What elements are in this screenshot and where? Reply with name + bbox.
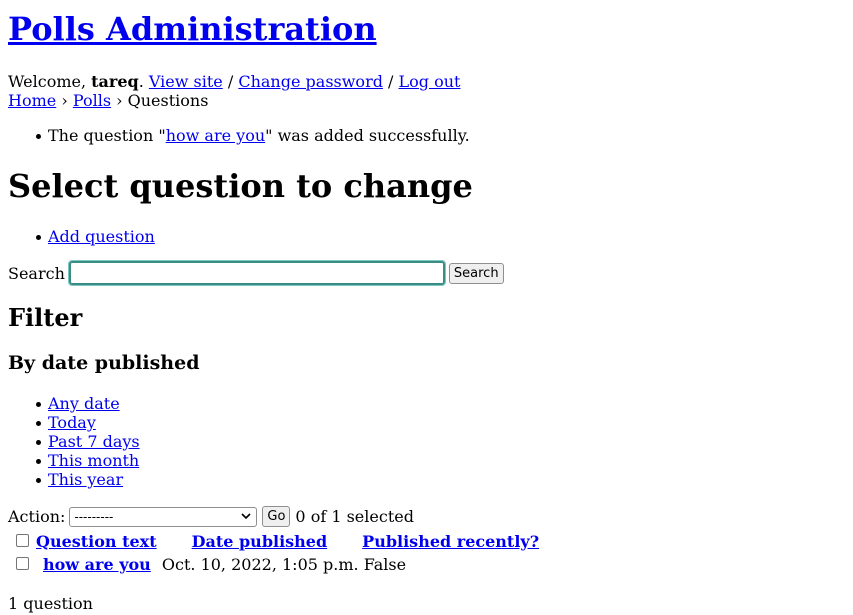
breadcrumb: Home › Polls › Questions <box>8 91 208 110</box>
action-select-value: --------- <box>74 509 114 524</box>
breadcrumb-home-link[interactable]: Home <box>8 91 56 110</box>
message-suffix: " was added successfully. <box>265 126 470 145</box>
filter-title: Filter <box>8 303 83 332</box>
object-tools: Add question <box>8 227 155 246</box>
breadcrumb-polls-link[interactable]: Polls <box>73 91 111 110</box>
username: tareq <box>91 72 139 91</box>
result-table: Question text Date published Published r… <box>8 531 539 578</box>
breadcrumb-separator: › <box>116 91 123 110</box>
filter-this-year-link[interactable]: This year <box>48 470 123 489</box>
table-row: how are you Oct. 10, 2022, 1:05 p.m. Fal… <box>8 551 539 578</box>
filter-past-7-days-link[interactable]: Past 7 days <box>48 432 140 451</box>
header-question-text: Question text <box>36 531 192 551</box>
published-recently-cell: False <box>363 555 407 574</box>
filter-option: Any date <box>8 394 140 413</box>
welcome-text: Welcome, <box>8 72 92 91</box>
filter-today-link[interactable]: Today <box>48 413 96 432</box>
sort-published-recently-link[interactable]: Published recently? <box>362 532 539 551</box>
separator: / <box>388 72 394 91</box>
filter-options: Any date Today Past 7 days This month Th… <box>8 394 140 489</box>
action-label: Action: <box>8 507 66 526</box>
breadcrumb-separator: › <box>61 91 68 110</box>
view-site-link[interactable]: View site <box>149 72 223 91</box>
date-published-cell: Oct. 10, 2022, 1:05 p.m. <box>161 555 359 574</box>
site-title: Polls Administration <box>8 13 377 45</box>
header-published-recently: Published recently? <box>362 531 539 551</box>
header-date-published: Date published <box>192 531 363 551</box>
log-out-link[interactable]: Log out <box>399 72 461 91</box>
message-list: The question "how are you" was added suc… <box>8 126 470 145</box>
action-select[interactable]: --------- <box>69 506 258 527</box>
breadcrumb-current: Questions <box>127 91 209 110</box>
actions-bar: Action: --------- Go 0 of 1 selected <box>8 506 414 527</box>
object-tool-item: Add question <box>8 227 155 246</box>
user-tools: Welcome, tareq. View site / Change passw… <box>8 72 460 91</box>
go-button[interactable]: Go <box>262 506 291 527</box>
add-question-link[interactable]: Add question <box>48 227 155 246</box>
filter-option: Today <box>8 413 140 432</box>
separator: / <box>227 72 234 91</box>
filter-option: This month <box>8 451 140 470</box>
selection-counter: 0 of 1 selected <box>295 507 414 526</box>
search-input[interactable] <box>67 260 446 286</box>
row-checkbox-cell <box>8 551 36 578</box>
search-label: Search <box>8 263 65 283</box>
paginator: 1 question <box>8 594 93 613</box>
page-title: Select question to change <box>8 167 473 205</box>
filter-any-date-link[interactable]: Any date <box>48 394 120 413</box>
filter-this-month-link[interactable]: This month <box>48 451 139 470</box>
welcome-period: . <box>138 72 144 91</box>
sort-question-text-link[interactable]: Question text <box>36 532 157 551</box>
table-header-row: Question text Date published Published r… <box>8 531 539 551</box>
change-password-link[interactable]: Change password <box>238 72 383 91</box>
search-button[interactable]: Search <box>448 262 504 284</box>
filter-subtitle: By date published <box>8 352 200 374</box>
sort-date-published-link[interactable]: Date published <box>192 532 328 551</box>
search-bar: Search Search <box>8 260 504 286</box>
row-content: how are you Oct. 10, 2022, 1:05 p.m. Fal… <box>36 551 539 578</box>
row-checkbox[interactable] <box>15 557 29 570</box>
success-message: The question "how are you" was added suc… <box>8 126 470 145</box>
header-checkbox-cell <box>8 531 36 551</box>
filter-option: This year <box>8 470 140 489</box>
select-all-checkbox[interactable] <box>15 533 29 547</box>
chevron-down-icon <box>241 509 251 526</box>
site-title-link[interactable]: Polls Administration <box>8 10 377 48</box>
filter-option: Past 7 days <box>8 432 140 451</box>
message-prefix: The question " <box>48 126 166 145</box>
question-link[interactable]: how are you <box>43 555 151 574</box>
message-question-link[interactable]: how are you <box>166 126 265 145</box>
